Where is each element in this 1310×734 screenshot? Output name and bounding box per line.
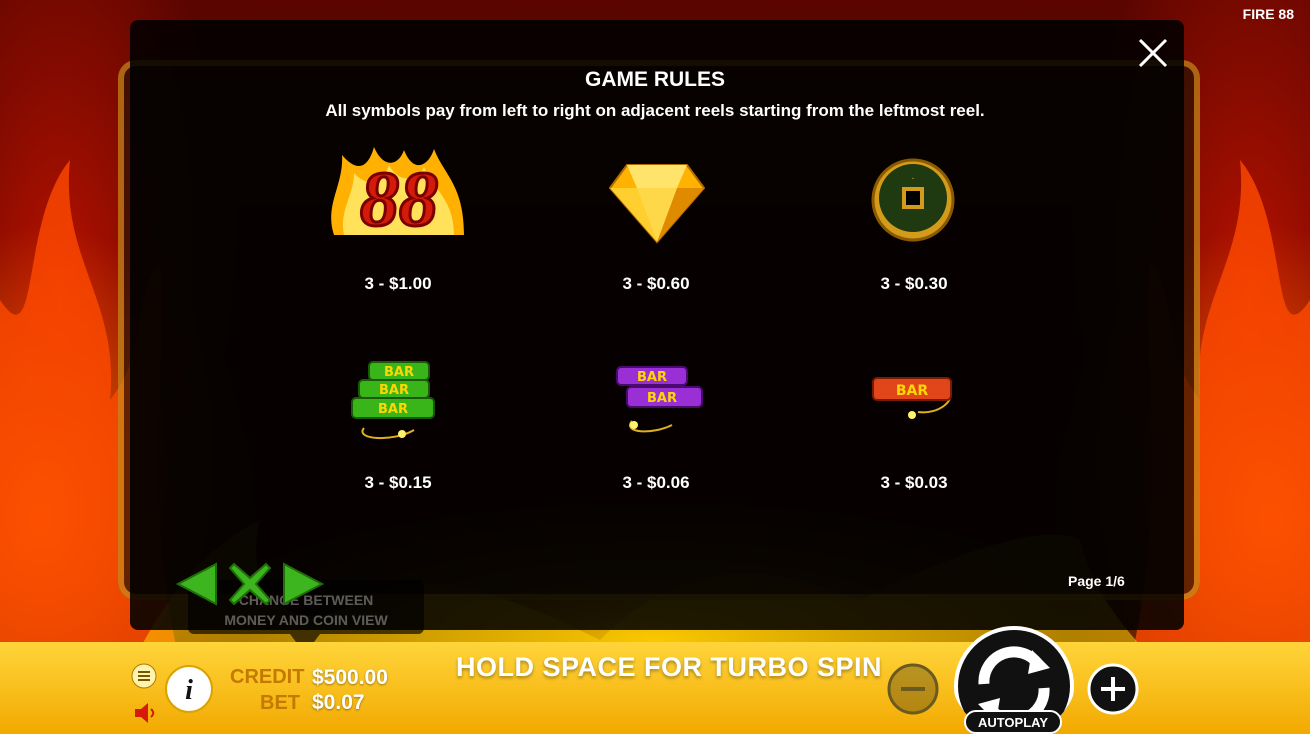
decrease-bet-minus-icon[interactable] bbox=[886, 662, 940, 716]
fire-88-symbol-icon: 88 bbox=[331, 147, 464, 244]
svg-text:BAR: BAR bbox=[637, 370, 667, 385]
next-page-arrow-icon[interactable] bbox=[282, 562, 324, 606]
red-single-bar-symbol-icon: BAR bbox=[872, 377, 952, 419]
credit-label: CREDIT bbox=[230, 666, 305, 688]
info-icon[interactable]: i bbox=[164, 664, 214, 714]
gold-diamond-symbol-icon bbox=[608, 164, 706, 244]
credit-value: $500.00 bbox=[312, 666, 388, 689]
svg-text:BAR: BAR bbox=[384, 365, 414, 380]
turbo-spin-hint: HOLD SPACE FOR TURBO SPIN bbox=[456, 652, 883, 682]
rules-title: GAME RULES bbox=[584, 68, 725, 91]
payout-label: 3 - $0.15 bbox=[364, 473, 432, 492]
menu-icon[interactable] bbox=[131, 663, 157, 689]
payout-label: 3 - $0.60 bbox=[622, 274, 690, 293]
bet-value: $0.07 bbox=[312, 691, 365, 714]
purple-double-bar-symbol-icon: BAR BAR bbox=[616, 366, 703, 433]
svg-text:·: · bbox=[911, 174, 914, 185]
svg-text:BAR: BAR bbox=[379, 383, 409, 398]
payout-label: 3 - $0.06 bbox=[622, 473, 690, 492]
payout-label: 3 - $0.30 bbox=[880, 274, 948, 293]
svg-text:i: i bbox=[185, 675, 193, 706]
rules-description: All symbols pay from left to right on ad… bbox=[325, 101, 985, 120]
svg-text:BAR: BAR bbox=[647, 391, 677, 406]
svg-text:BAR: BAR bbox=[896, 383, 929, 399]
green-triple-bar-symbol-icon: BAR BAR BAR bbox=[351, 361, 435, 440]
tooltip-line: MONEY AND COIN VIEW bbox=[224, 612, 388, 628]
previous-page-arrow-icon[interactable] bbox=[176, 562, 218, 606]
increase-bet-plus-icon[interactable] bbox=[1086, 662, 1140, 716]
sound-icon[interactable] bbox=[132, 700, 160, 726]
svg-text:88: 88 bbox=[360, 155, 438, 242]
close-rules-x-icon[interactable] bbox=[228, 562, 272, 606]
autoplay-button[interactable]: AUTOPLAY bbox=[964, 710, 1062, 734]
jade-coin-symbol-icon: · bbox=[871, 158, 955, 242]
page-indicator: Page 1/6 bbox=[1068, 573, 1125, 589]
game-title: FIRE 88 bbox=[1242, 6, 1294, 22]
svg-text:BAR: BAR bbox=[378, 402, 408, 417]
bet-label: BET bbox=[260, 692, 300, 714]
payout-label: 3 - $1.00 bbox=[364, 274, 432, 293]
close-icon[interactable] bbox=[1136, 36, 1170, 70]
payout-label: 3 - $0.03 bbox=[880, 473, 948, 492]
